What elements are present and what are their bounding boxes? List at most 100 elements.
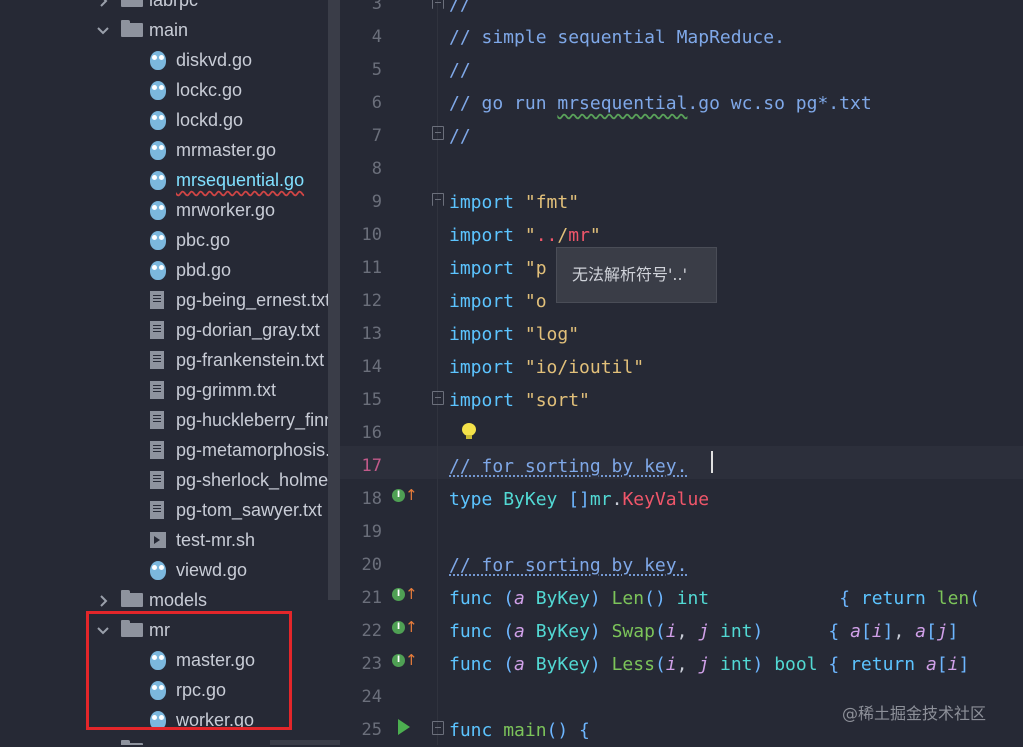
implements-icon[interactable]: I ↑ — [392, 651, 418, 670]
tree-item-label: pbc.go — [176, 230, 231, 250]
code-line[interactable]: import "o — [449, 285, 547, 318]
tree-file[interactable]: pg-huckleberry_finn.txt — [0, 405, 340, 435]
code-line[interactable]: import "sort" — [449, 384, 590, 417]
text-file-icon — [150, 291, 164, 309]
chevron-right-icon[interactable] — [96, 0, 110, 10]
tree-file[interactable]: pg-sherlock_holmes.txt — [0, 465, 340, 495]
code-line[interactable]: // — [449, 0, 471, 21]
code-line[interactable]: func (a ByKey) Len() int { return len( — [449, 582, 980, 615]
line-number: 18 — [361, 489, 382, 509]
code-token: ) — [752, 621, 764, 642]
tree-file[interactable]: pbd.go — [0, 255, 340, 285]
code-token: // simple sequential MapReduce. — [449, 27, 785, 48]
code-token: mr — [568, 225, 590, 246]
fold-icon[interactable] — [432, 193, 444, 206]
code-token: ByKey — [503, 489, 569, 510]
fold-icon[interactable] — [432, 391, 444, 405]
code-token: ] — [958, 654, 970, 675]
code-line[interactable]: // — [449, 54, 471, 87]
tree-file[interactable]: pbc.go — [0, 225, 340, 255]
code-line[interactable]: import "log" — [449, 318, 579, 351]
code-token: bool — [774, 654, 829, 675]
tree-folder[interactable]: main — [0, 15, 340, 45]
code-token: mrsequential — [557, 93, 688, 114]
tree-file[interactable]: pg-being_ernest.txt — [0, 285, 340, 315]
code-token: ByKey — [535, 588, 590, 609]
text-file-icon — [150, 441, 164, 459]
run-icon[interactable] — [398, 719, 410, 735]
implements-icon[interactable]: I ↑ — [392, 618, 418, 637]
tree-file[interactable]: mrsequential.go — [0, 165, 340, 195]
code-token: " — [589, 225, 601, 246]
code-line[interactable]: import "io/ioutil" — [449, 351, 644, 384]
tree-file[interactable]: pg-grimm.txt — [0, 375, 340, 405]
code-token: "o — [524, 291, 547, 312]
code-line[interactable]: import "fmt" — [449, 186, 579, 219]
code-token: a — [514, 621, 536, 642]
tree-file[interactable]: mrmaster.go — [0, 135, 340, 165]
code-line[interactable]: func (a ByKey) Less(i, j int) bool { ret… — [449, 648, 969, 681]
line-number: 25 — [361, 720, 382, 740]
code-token: , — [676, 654, 699, 675]
code-token: import — [449, 258, 525, 279]
code-line[interactable]: type ByKey []mr.KeyValue — [449, 483, 709, 516]
code-line[interactable]: // simple sequential MapReduce. — [449, 21, 785, 54]
tree-file[interactable]: diskvd.go — [0, 45, 340, 75]
tree-file[interactable]: pg-frankenstein.txt — [0, 345, 340, 375]
mr-folder-highlight — [86, 611, 292, 730]
folder-icon — [121, 740, 143, 745]
code-token: ( — [503, 588, 515, 609]
code-line[interactable]: import "p — [449, 252, 547, 285]
line-number: 7 — [371, 126, 382, 146]
lightbulb-icon[interactable] — [462, 423, 476, 439]
text-file-icon — [150, 321, 164, 339]
code-token: i — [871, 621, 883, 642]
code-line[interactable]: func main() { — [449, 714, 590, 747]
tree-item-label: pg-frankenstein.txt — [176, 350, 325, 370]
folder-icon — [121, 590, 143, 610]
code-line[interactable]: // for sorting by key. — [449, 450, 687, 483]
code-token: j — [936, 621, 948, 642]
code-line[interactable]: // for sorting by key. — [449, 549, 687, 582]
line-number: 19 — [361, 522, 382, 542]
tree-file[interactable]: viewd.go — [0, 555, 340, 585]
fold-icon[interactable] — [432, 126, 444, 140]
tree-file[interactable]: lockc.go — [0, 75, 340, 105]
tree-item-label: viewd.go — [176, 560, 248, 580]
chevron-down-icon[interactable] — [96, 20, 110, 40]
code-token: ) — [589, 654, 601, 675]
fold-icon[interactable] — [432, 721, 444, 735]
code-line[interactable]: func (a ByKey) Swap(i, j int) { a[i], a[… — [449, 615, 959, 648]
line-number: 13 — [361, 324, 382, 344]
go-file-icon — [150, 171, 166, 190]
code-line[interactable]: // — [449, 120, 471, 153]
line-number: 23 — [361, 654, 382, 674]
tree-scrollbar[interactable] — [328, 0, 340, 600]
tree-item-label: lockc.go — [176, 80, 243, 100]
code-token: ) — [589, 588, 601, 609]
tree-file[interactable]: lockd.go — [0, 105, 340, 135]
tree-file[interactable]: test-mr.sh — [0, 525, 340, 555]
line-number: 10 — [361, 225, 382, 245]
tree-file[interactable]: pg-metamorphosis.txt — [0, 435, 340, 465]
code-token: len — [936, 588, 970, 609]
chevron-right-icon[interactable] — [96, 590, 110, 610]
code-token: // for sorting by key. — [449, 555, 688, 576]
implements-icon[interactable]: I ↑ — [392, 486, 418, 505]
tree-file[interactable]: pg-dorian_gray.txt — [0, 315, 340, 345]
fold-icon[interactable] — [432, 0, 444, 9]
line-number: 12 — [361, 291, 382, 311]
tree-folder[interactable]: labrpc — [0, 0, 340, 15]
text-file-icon — [150, 381, 164, 399]
line-number: 22 — [361, 621, 382, 641]
tree-file[interactable]: mrworker.go — [0, 195, 340, 225]
code-line[interactable]: // go run mrsequential.go wc.so pg*.txt — [449, 87, 872, 120]
tree-item-label: pg-grimm.txt — [176, 380, 277, 400]
code-token: func — [449, 720, 504, 741]
tree-file[interactable]: pg-tom_sawyer.txt — [0, 495, 340, 525]
implements-icon[interactable]: I ↑ — [392, 585, 418, 604]
chevron-right-icon[interactable] — [96, 740, 110, 745]
go-file-icon — [150, 231, 166, 250]
tree-item-label: main — [149, 20, 189, 40]
tree-horizontal-scrollbar[interactable] — [270, 740, 340, 745]
